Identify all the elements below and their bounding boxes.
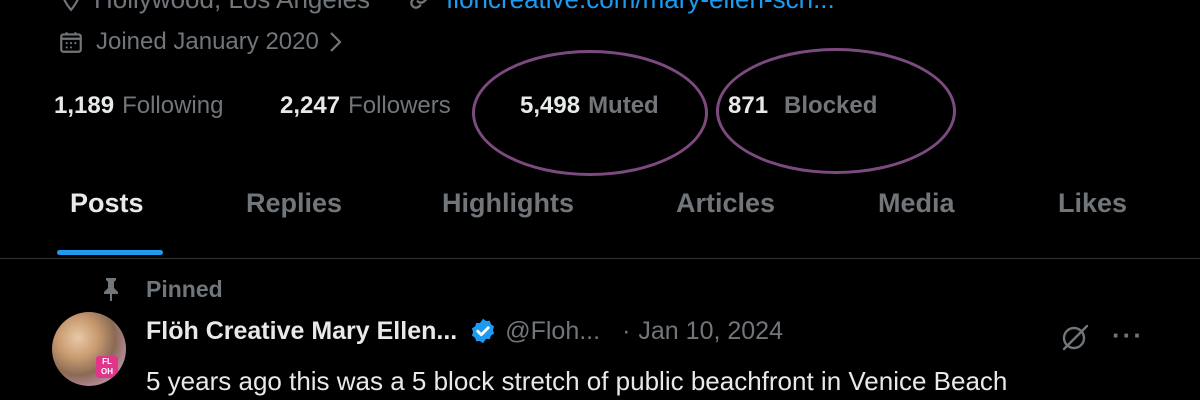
joined-text: Joined January 2020 xyxy=(96,28,319,55)
followers-count: 2,247 xyxy=(280,92,341,119)
tab-replies[interactable]: Replies xyxy=(246,188,342,219)
profile-meta-row: Hollywood, Los Angeles flohcreative.com/… xyxy=(58,0,835,14)
following-count: 1,189 xyxy=(54,92,115,119)
following-stat[interactable]: 1,189 Following xyxy=(54,90,223,122)
website-link[interactable]: flohcreative.com/mary-ellen-sch... xyxy=(446,0,835,15)
pin-icon xyxy=(104,278,118,301)
active-tab-indicator xyxy=(57,250,163,255)
followers-label: Followers xyxy=(348,92,451,119)
location-text: Hollywood, Los Angeles xyxy=(94,0,370,15)
tabs-divider xyxy=(0,258,1200,259)
dot-separator: · xyxy=(622,316,631,345)
following-label: Following xyxy=(122,92,224,119)
post-header: Flöh Creative Mary Ellen... @Floh... · J… xyxy=(146,314,783,348)
profile-tabs: Posts Replies Highlights Articles Media … xyxy=(0,180,1200,260)
avatar-logo-badge: FL OH xyxy=(96,356,118,378)
location-icon xyxy=(63,0,79,12)
tab-articles[interactable]: Articles xyxy=(676,188,775,219)
muted-annotation-ring xyxy=(472,50,708,176)
tab-highlights[interactable]: Highlights xyxy=(442,188,574,219)
post-text: 5 years ago this was a 5 block stretch o… xyxy=(146,366,1008,396)
calendar-icon xyxy=(60,32,82,53)
tab-likes[interactable]: Likes xyxy=(1058,188,1127,219)
more-options-icon[interactable]: ··· xyxy=(1112,320,1144,351)
post-date[interactable]: Jan 10, 2024 xyxy=(638,317,783,346)
pinned-label-row: Pinned xyxy=(100,274,223,304)
followers-stat[interactable]: 2,247 Followers xyxy=(280,90,451,122)
pinned-text: Pinned xyxy=(146,275,223,302)
grok-icon[interactable] xyxy=(1060,322,1090,352)
author-handle[interactable]: @Floh... xyxy=(505,317,600,346)
link-icon xyxy=(410,0,428,9)
tab-media[interactable]: Media xyxy=(878,188,955,219)
verified-badge-icon xyxy=(472,318,495,344)
chevron-right-icon xyxy=(330,32,342,52)
avatar[interactable]: FL OH xyxy=(52,312,126,386)
blocked-annotation-ring xyxy=(716,48,956,174)
joined-row[interactable]: Joined January 2020 xyxy=(58,26,343,58)
tab-posts[interactable]: Posts xyxy=(70,188,144,219)
author-name[interactable]: Flöh Creative Mary Ellen... xyxy=(146,317,457,346)
